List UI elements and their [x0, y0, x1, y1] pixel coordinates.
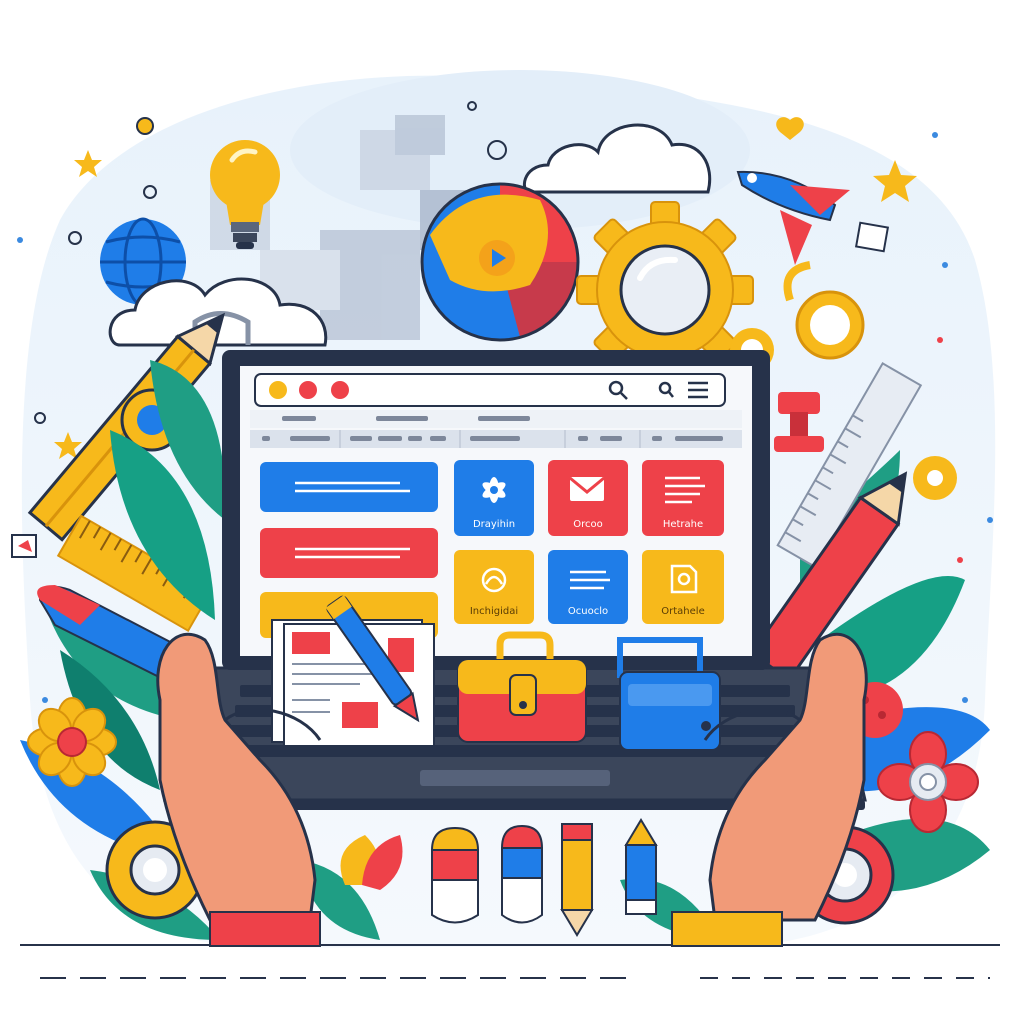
app-tile[interactable]: Orcoo: [548, 460, 628, 536]
pie-chart-icon: [420, 182, 580, 342]
app-tile[interactable]: Drayihin: [454, 460, 534, 536]
app-tile[interactable]: Hetrahe: [642, 460, 724, 536]
app-tile[interactable]: Ortahele: [642, 550, 724, 624]
ground-line: [20, 944, 1000, 979]
tile-label: Orcoo: [573, 519, 603, 530]
window-dot-3[interactable]: [331, 381, 349, 399]
tile-label: Hetrahe: [663, 519, 703, 530]
banner-bar[interactable]: [260, 462, 438, 512]
pencil-icon: [560, 823, 594, 937]
illustration: Drayihin Orcoo Hetrahe Inchigidai Ocuocl…: [11, 70, 1000, 979]
app-tile[interactable]: Inchigidai: [454, 550, 534, 624]
marker-icon: [500, 824, 544, 924]
window-dot-2[interactable]: [299, 381, 317, 399]
banner-bar[interactable]: [260, 528, 438, 578]
tile-label: Ortahele: [661, 606, 704, 617]
tile-label: Inchigidai: [470, 606, 518, 617]
window-dot-1[interactable]: [269, 381, 287, 399]
tile-label: Drayihin: [473, 519, 515, 530]
mail-icon: [569, 476, 605, 501]
browser-toolbar: [254, 373, 726, 407]
app-tile[interactable]: Ocuoclo: [548, 550, 628, 624]
marker-icon: [430, 826, 480, 924]
tile-label: Ocuoclo: [568, 606, 608, 617]
